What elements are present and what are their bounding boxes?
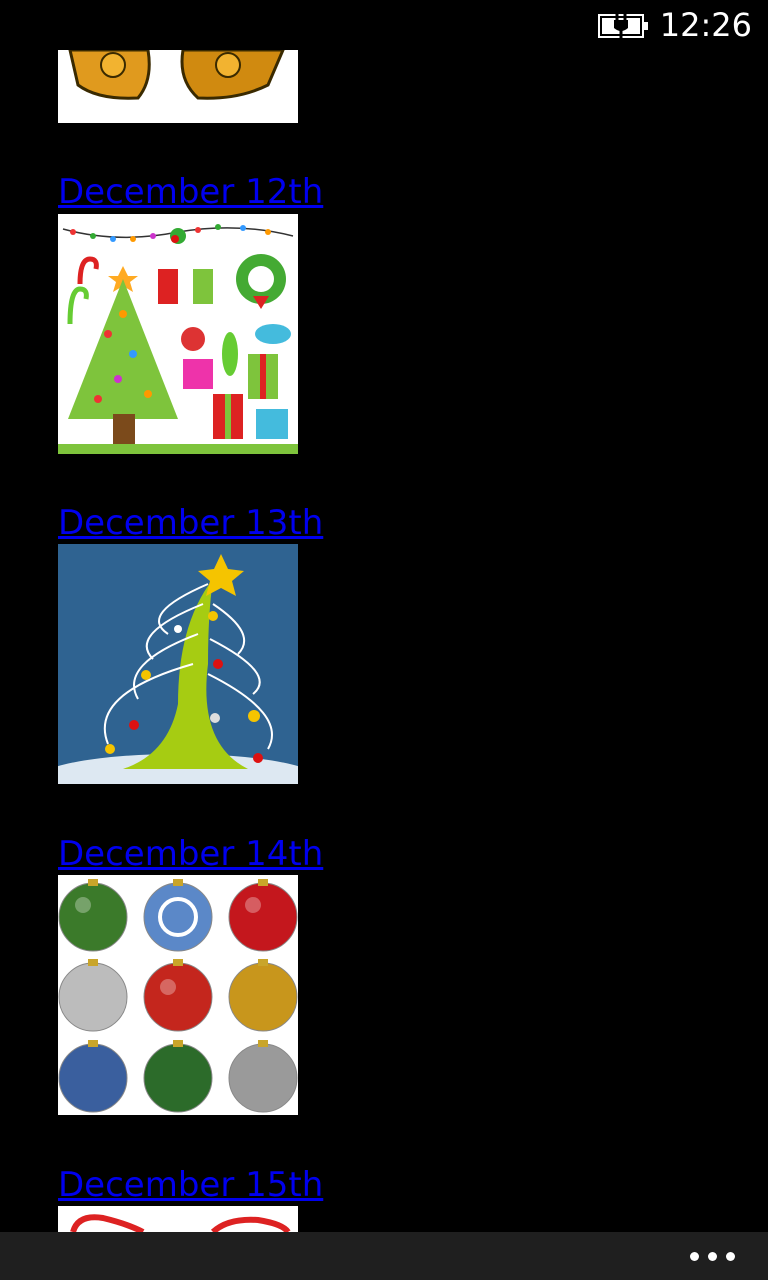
clock: 12:26 xyxy=(659,6,752,44)
entry-link-december-14[interactable]: December 14th xyxy=(58,834,323,874)
bells-image[interactable] xyxy=(58,50,298,123)
christmas-clipart-image[interactable] xyxy=(58,214,298,454)
ornaments-image[interactable] xyxy=(58,875,298,1115)
app-bar xyxy=(0,1232,768,1280)
battery-charging-icon xyxy=(598,12,650,40)
entry-link-december-13[interactable]: December 13th xyxy=(58,503,323,543)
ellipsis-dot xyxy=(708,1252,717,1261)
status-bar: 12:26 xyxy=(0,0,768,50)
ellipsis-icon[interactable] xyxy=(688,1244,738,1268)
ellipsis-dot xyxy=(726,1252,735,1261)
swirl-tree-image[interactable] xyxy=(58,544,298,784)
candy-cane-image[interactable] xyxy=(58,1206,298,1232)
ellipsis-dot xyxy=(690,1252,699,1261)
feed-list: December 12th December 13th December 14t… xyxy=(0,0,768,1232)
entry-link-december-12[interactable]: December 12th xyxy=(58,172,323,212)
entry-link-december-15[interactable]: December 15th xyxy=(58,1165,323,1205)
